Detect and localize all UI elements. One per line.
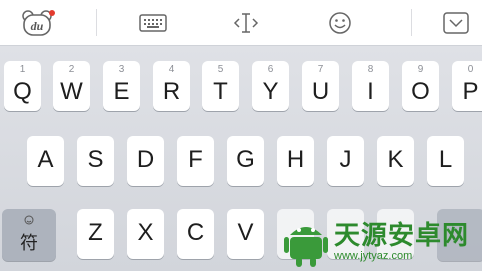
key-c[interactable]: C [177, 209, 214, 259]
key-letter: Y [262, 78, 279, 105]
key-h[interactable]: H [277, 136, 314, 186]
key-letter: T [213, 78, 228, 105]
watermark-title: 天源安卓网 [334, 220, 470, 250]
key-q[interactable]: 1 Q [4, 61, 41, 111]
emoji-icon[interactable] [322, 0, 358, 45]
key-number: 3 [118, 64, 125, 75]
key-u[interactable]: 7 U [302, 61, 339, 111]
watermark-url: www.jytyaz.com [334, 250, 413, 262]
key-w[interactable]: 2 W [53, 61, 90, 111]
text-cursor-icon[interactable] [228, 0, 264, 45]
key-number: 0 [467, 64, 474, 75]
key-letter: L [438, 146, 453, 173]
key-y[interactable]: 6 Y [252, 61, 289, 111]
key-k[interactable]: K [377, 136, 414, 186]
key-letter: W [60, 78, 83, 105]
key-d[interactable]: D [127, 136, 164, 186]
key-number: 4 [168, 64, 175, 75]
key-letter: R [162, 78, 181, 105]
key-p[interactable]: 0 P [452, 61, 482, 111]
keyboard-toolbar: du [0, 0, 482, 46]
key-letter: G [236, 146, 255, 173]
key-number: 5 [217, 64, 224, 75]
key-e[interactable]: 3 E [103, 61, 140, 111]
key-letter: Z [88, 219, 103, 246]
key-letter: 符 [20, 233, 38, 253]
key-f[interactable]: F [177, 136, 214, 186]
logo-text: du [31, 19, 44, 33]
key-letter: P [462, 78, 479, 105]
key-letter: A [37, 146, 54, 173]
android-robot-logo-icon [284, 226, 328, 267]
key-letter: K [387, 146, 404, 173]
key-letter: E [113, 78, 130, 105]
key-g[interactable]: G [227, 136, 264, 186]
key-letter: H [286, 146, 305, 173]
key-number: 6 [267, 64, 274, 75]
key-letter: F [188, 146, 203, 173]
key-number: 8 [367, 64, 374, 75]
key-letter: D [136, 146, 155, 173]
key-s[interactable]: S [77, 136, 114, 186]
key-r[interactable]: 4 R [153, 61, 190, 111]
key-letter: C [186, 219, 205, 246]
key-number: 2 [68, 64, 75, 75]
key-number: 9 [417, 64, 424, 75]
key-letter: V [237, 219, 254, 246]
hide-keyboard-icon[interactable] [438, 0, 474, 45]
key-z[interactable]: Z [77, 209, 114, 259]
notification-dot [49, 9, 55, 16]
symbol-key[interactable]: 符 [2, 209, 56, 261]
watermark: 天源安卓网 www.jytyaz.com [284, 212, 482, 271]
key-letter: I [367, 78, 374, 105]
key-x[interactable]: X [127, 209, 164, 259]
key-v[interactable]: V [227, 209, 264, 259]
keyboard-icon[interactable] [135, 0, 171, 45]
key-letter: Q [13, 78, 32, 105]
key-l[interactable]: L [427, 136, 464, 186]
key-number: 1 [19, 64, 26, 75]
du-bear-logo-icon[interactable]: du [18, 0, 58, 45]
key-letter: J [339, 146, 352, 173]
key-number: 7 [317, 64, 324, 75]
smiley-small-icon [24, 215, 34, 225]
key-o[interactable]: 9 O [402, 61, 439, 111]
key-letter: S [87, 146, 104, 173]
key-letter: O [411, 78, 430, 105]
key-j[interactable]: J [327, 136, 364, 186]
key-a[interactable]: A [27, 136, 64, 186]
key-letter: X [137, 219, 154, 246]
key-t[interactable]: 5 T [202, 61, 239, 111]
key-i[interactable]: 8 I [352, 61, 389, 111]
key-letter: U [311, 78, 330, 105]
